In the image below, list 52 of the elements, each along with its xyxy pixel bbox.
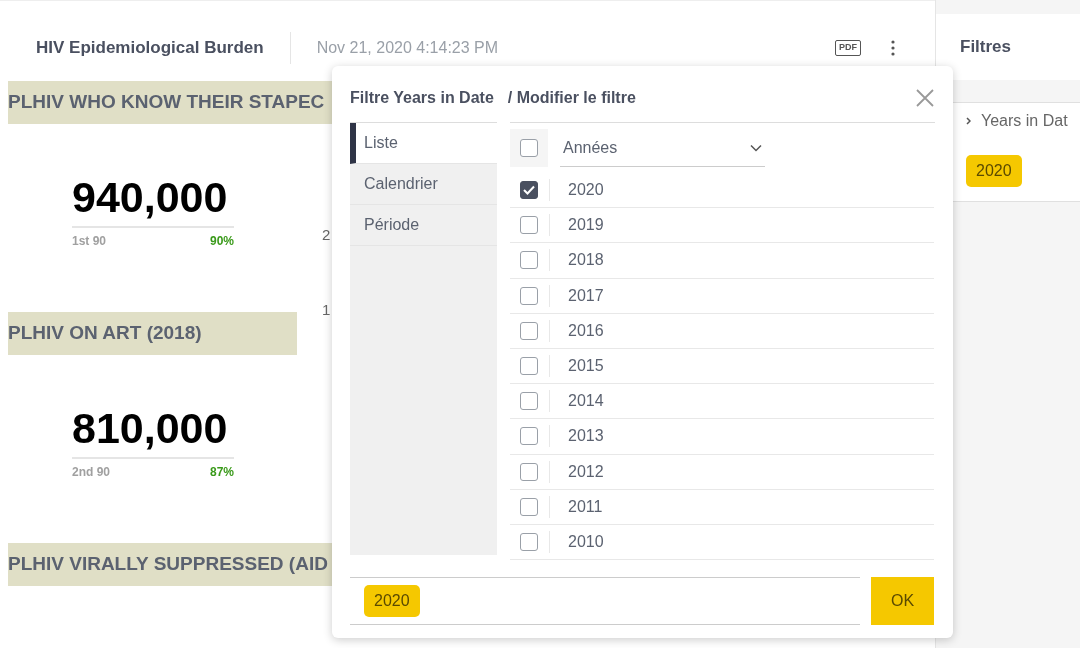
section-heading: PLHIV WHO KNOW THEIR STAPEC [8,81,335,124]
checkbox[interactable] [520,392,538,411]
dialog-title: Filtre Years in Date [350,88,494,108]
ok-button[interactable]: OK [871,577,934,626]
checkbox[interactable] [520,357,538,376]
year-option[interactable]: 2016 [568,318,604,343]
kpi-label: 2nd 90 [72,464,110,481]
year-option[interactable]: 2015 [568,354,604,379]
year-option[interactable]: 2014 [568,389,604,414]
chevron-right-icon[interactable] [966,117,971,125]
checkbox[interactable] [520,139,538,157]
year-option[interactable]: 2017 [568,283,604,308]
kpi-value: 940,000 [72,172,229,223]
checkbox[interactable] [520,532,538,551]
dialog-tab[interactable]: Calendrier [350,164,497,205]
year-option[interactable]: 2012 [568,459,604,484]
filter-name[interactable]: Years in Dat [981,109,1068,133]
panel-title: Filtres [960,36,1012,59]
axis-label: 1 [322,299,331,320]
dialog-subtitle: / Modifier le filtre [507,88,636,108]
section-heading: PLHIV ON ART (2018) [8,312,297,355]
section-heading: PLHIV VIRALLY SUPPRESSED (AID [8,543,332,586]
chevron-down-icon [750,143,762,152]
checkbox[interactable] [520,216,538,235]
year-option[interactable]: 2010 [568,529,604,554]
year-option[interactable]: 2018 [568,248,604,273]
kpi-label: 1st 90 [72,233,107,250]
checkbox[interactable] [520,286,538,305]
dialog-tab[interactable]: Période [350,205,497,246]
dashboard-title: HIV Epidemiological Burden [36,37,264,60]
kpi-percent: 90% [209,233,234,250]
checkbox[interactable] [520,462,538,481]
year-option[interactable]: 2011 [568,494,603,519]
checkbox[interactable] [520,251,538,270]
timestamp: Nov 21, 2020 4:14:23 PM [316,38,499,58]
year-option[interactable]: 2013 [568,424,604,449]
level-select[interactable]: Années [560,129,765,167]
axis-label: 2 [322,225,331,245]
dialog-tab[interactable]: Liste [350,123,497,164]
pdf-export-button[interactable]: PDF [835,40,861,56]
filter-chip[interactable]: 2020 [966,155,1022,187]
close-icon[interactable] [915,88,935,108]
checkbox[interactable] [520,321,538,340]
checkbox[interactable] [520,497,538,516]
more-menu-icon[interactable] [891,40,895,56]
year-option[interactable]: 2019 [568,213,604,238]
selection-chip[interactable]: 2020 [364,585,420,618]
year-option[interactable]: 2020 [568,178,604,203]
checkbox[interactable] [520,181,538,200]
kpi-percent: 87% [209,464,234,481]
checkbox[interactable] [520,427,538,446]
kpi-value: 810,000 [72,403,229,454]
